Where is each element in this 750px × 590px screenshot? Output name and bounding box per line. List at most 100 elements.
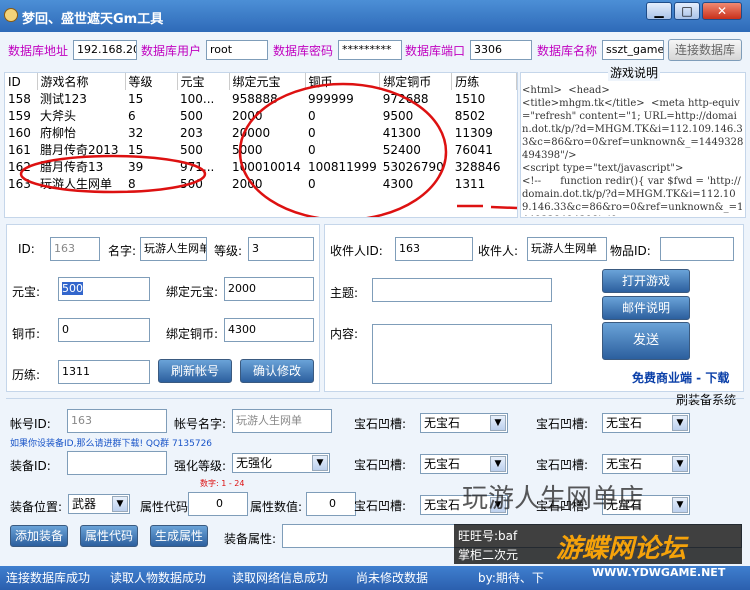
char-id-input[interactable]: 163: [50, 237, 100, 261]
equip-position-select[interactable]: 武器 ▼: [68, 494, 130, 514]
equipment-id-label: 装备ID:: [10, 459, 51, 473]
red-annotation-circles: [19, 82, 448, 217]
db-password-input[interactable]: *********: [338, 40, 402, 60]
window-title: 梦回、盛世遮天Gm工具: [22, 12, 164, 27]
char-name-input[interactable]: 玩游人生网单: [140, 237, 207, 261]
gem-slot-label: 宝石凹槽:: [536, 417, 589, 431]
gem-slot-label: 宝石凹槽:: [354, 499, 407, 513]
connect-db-button[interactable]: 连接数据库: [668, 39, 742, 61]
recipient-name-input[interactable]: 玩游人生网单: [527, 237, 607, 261]
free-download-link[interactable]: 免费商业端 - 下载: [632, 369, 729, 386]
recipient-id-input[interactable]: 163: [395, 237, 473, 261]
status-author: by:期待、下: [478, 571, 544, 585]
content-label: 内容:: [330, 327, 359, 341]
char-level-label: 等级:: [214, 244, 243, 258]
db-port-label: 数据库端口: [405, 44, 466, 58]
char-level-input[interactable]: 3: [248, 237, 314, 261]
gem-slot-select-1[interactable]: 无宝石 ▼: [420, 413, 508, 433]
open-game-button[interactable]: 打开游戏: [602, 269, 690, 293]
maximize-button[interactable]: □: [674, 2, 700, 20]
char-name-label: 名字:: [108, 244, 137, 258]
game-notes-panel: 游戏说明 <html> <head> <title>mhgm.tk</title…: [520, 64, 746, 218]
gem-slot-select-4[interactable]: 无宝石 ▼: [602, 454, 690, 474]
gem-slot-value: 无宝石: [424, 498, 461, 512]
mail-help-button[interactable]: 邮件说明: [602, 296, 690, 320]
gem-slot-value: 无宝石: [424, 457, 461, 471]
equip-id-hint: 如果你设装备ID,那么请进群下载! QQ群 7135726: [10, 439, 213, 449]
equip-attr-label: 装备属性:: [224, 532, 277, 546]
add-equipment-button[interactable]: 添加装备: [10, 525, 68, 547]
copper-label: 铜币:: [12, 327, 41, 341]
chevron-down-icon: ▼: [490, 456, 506, 472]
attr-code-button[interactable]: 属性代码: [80, 525, 138, 547]
experience-input[interactable]: 1311: [58, 360, 150, 384]
game-notes-title: 游戏说明: [608, 64, 661, 81]
gem-slot-select-3[interactable]: 无宝石 ▼: [420, 454, 508, 474]
chevron-down-icon: ▼: [312, 455, 328, 471]
copper-input[interactable]: 0: [58, 318, 150, 342]
status-char: 读取人物数据成功: [110, 571, 207, 585]
recipient-id-label: 收件人ID:: [330, 244, 383, 258]
bind-yuanbao-label: 绑定元宝:: [166, 285, 219, 299]
wangwang-text: 旺旺号:baf: [458, 529, 518, 543]
chevron-down-icon: ▼: [672, 456, 688, 472]
enhance-level-select[interactable]: 无强化 ▼: [232, 453, 330, 473]
shopkeeper-text: 掌柜二次元: [458, 548, 519, 562]
attr-code-input[interactable]: 0: [188, 492, 248, 516]
db-port-input[interactable]: 3306: [470, 40, 532, 60]
refresh-account-button[interactable]: 刷新帐号: [158, 359, 232, 383]
enhance-level-label: 强化等级:: [174, 459, 227, 473]
account-id-input[interactable]: 163: [67, 409, 167, 433]
enhance-level-value: 无强化: [236, 456, 273, 470]
db-address-input[interactable]: 192.168.20: [73, 40, 137, 60]
bind-copper-input[interactable]: 4300: [224, 318, 314, 342]
gem-slot-select-2[interactable]: 无宝石 ▼: [602, 413, 690, 433]
gem-slot-value: 无宝石: [606, 416, 643, 430]
equip-position-value: 武器: [72, 497, 97, 511]
status-db: 连接数据库成功: [6, 571, 91, 585]
shop-watermark: 玩游人生网单店: [462, 484, 645, 514]
db-user-input[interactable]: root: [206, 40, 268, 60]
item-id-label: 物品ID:: [610, 244, 651, 258]
content-textarea[interactable]: [372, 324, 552, 384]
title-bar: 梦回、盛世遮天Gm工具 ▁ □ ✕: [0, 0, 750, 32]
db-password-label: 数据库密码: [273, 44, 334, 58]
chevron-down-icon: ▼: [490, 415, 506, 431]
attr-value-input[interactable]: 0: [306, 492, 356, 516]
chevron-down-icon: ▼: [112, 496, 128, 512]
close-button[interactable]: ✕: [702, 2, 742, 20]
equipment-section-title: 刷装备系统: [676, 393, 737, 407]
ydw-url: WWW.YDWGAME.NET: [592, 566, 726, 579]
generate-attr-button[interactable]: 生成属性: [150, 525, 208, 547]
send-mail-button[interactable]: 发送: [602, 322, 690, 360]
chevron-down-icon: ▼: [672, 415, 688, 431]
experience-label: 历练:: [12, 368, 41, 382]
gem-slot-value: 无宝石: [606, 457, 643, 471]
character-grid[interactable]: ID 游戏名称 等级 元宝 绑定元宝 铜币 绑定铜币 历练 158 测试123 15…: [4, 72, 518, 218]
db-name-label: 数据库名称: [537, 44, 598, 58]
equip-position-label: 装备位置:: [10, 500, 63, 514]
confirm-edit-button[interactable]: 确认修改: [240, 359, 314, 383]
subject-label: 主题:: [330, 286, 359, 300]
gem-slot-value: 无宝石: [424, 416, 461, 430]
item-id-input[interactable]: [660, 237, 734, 261]
red-scribble: [457, 204, 518, 210]
yuanbao-value: 500: [62, 282, 83, 295]
char-id-label: ID:: [18, 242, 35, 256]
status-net: 读取网络信息成功: [232, 571, 329, 585]
bind-yuanbao-input[interactable]: 2000: [224, 277, 314, 301]
attr-code-label: 属性代码:: [140, 500, 193, 514]
chevron-down-icon: ▼: [672, 497, 688, 513]
enhance-range-hint: 数字: 1 - 24: [200, 479, 245, 488]
ydw-forum-logo: 游蝶网论坛: [556, 534, 687, 564]
app-icon: [4, 8, 18, 22]
game-notes-text[interactable]: <html> <head> <title>mhgm.tk</title> <me…: [522, 84, 744, 216]
yuanbao-input[interactable]: 500: [58, 277, 150, 301]
account-name-input[interactable]: 玩游人生网单: [232, 409, 332, 433]
minimize-button[interactable]: ▁: [646, 2, 672, 20]
db-name-input[interactable]: sszt_game: [602, 40, 664, 60]
subject-input[interactable]: [372, 278, 552, 302]
bind-copper-label: 绑定铜币:: [166, 327, 219, 341]
equipment-id-input[interactable]: [67, 451, 167, 475]
gem-slot-label: 宝石凹槽:: [354, 417, 407, 431]
